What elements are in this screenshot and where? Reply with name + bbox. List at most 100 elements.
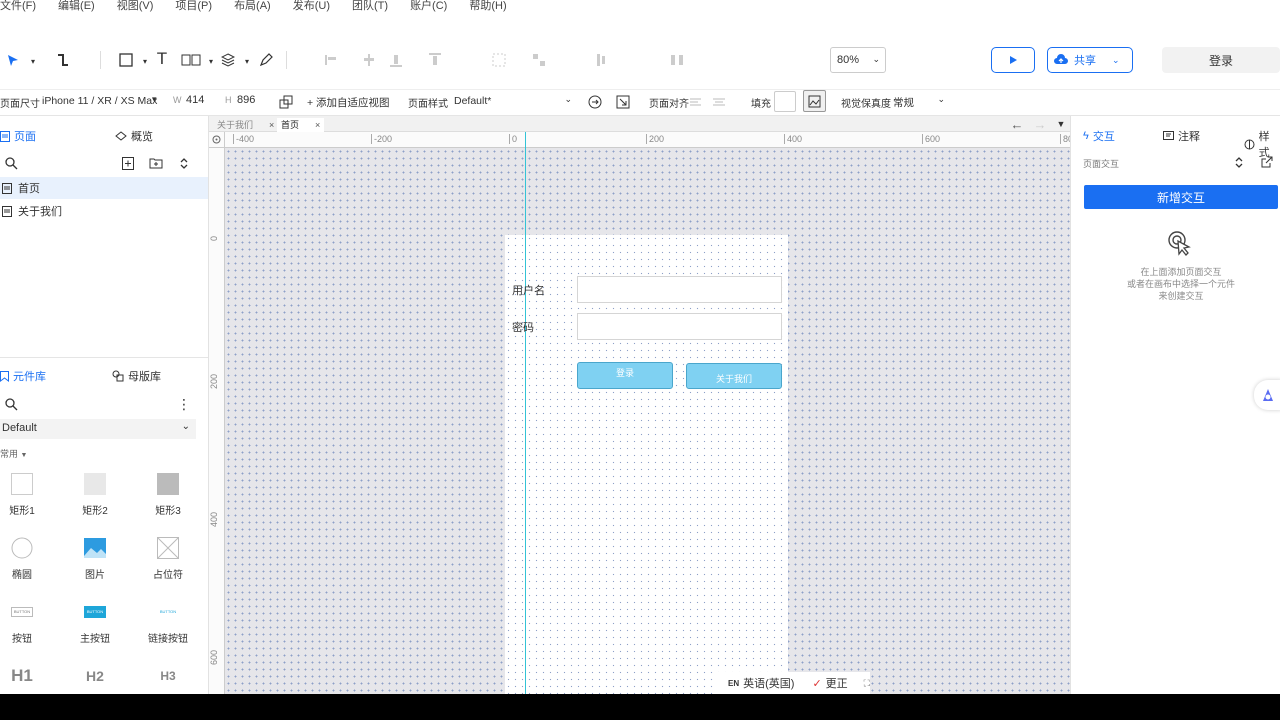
widget-rect-light[interactable]: 矩形2 [65,472,125,517]
menu-item[interactable]: 布局(A) [234,0,271,13]
close-icon[interactable]: × [315,120,320,130]
page-item[interactable]: 首页 [0,177,208,199]
page-style-goto-icon[interactable] [584,91,606,113]
chevron-down-icon[interactable]: ▾ [22,50,44,72]
menu-item[interactable]: 编辑(E) [58,0,95,13]
align-left-icon[interactable] [320,49,342,71]
ruler-corner[interactable] [209,132,225,148]
fill-image-button[interactable] [803,90,826,112]
widget-link-button[interactable]: BUTTON 链接按钮 [138,600,198,645]
align-center-icon[interactable] [358,49,380,71]
ruler-tick-label: 200 [209,374,219,390]
sort-icon[interactable] [173,152,195,174]
page-item[interactable]: 关于我们 [0,200,208,222]
fill-color-swatch[interactable] [774,91,796,112]
widget-label: 矩形1 [9,506,35,517]
zoom-select[interactable]: 80% ⌄ [830,47,886,73]
add-interaction-button[interactable]: 新增交互 [1084,185,1278,209]
select-tool-icon[interactable] [2,50,24,72]
device-select[interactable]: iPhone 11 / XR / XS Max [38,92,162,112]
more-icon[interactable]: ⋮ [173,393,195,415]
tab-library-label: 元件库 [13,371,46,383]
widget-placeholder[interactable]: 占位符 [138,536,198,581]
widget-image[interactable]: 图片 [65,536,125,581]
connector-tool-icon[interactable] [52,49,74,71]
external-link-icon[interactable] [1257,152,1277,172]
pen-tool-icon[interactable] [255,49,277,71]
artboard[interactable] [505,235,788,694]
height-input[interactable]: 896 [237,94,255,106]
guide-line[interactable] [525,132,526,694]
rect-outline-icon [0,472,52,496]
close-icon[interactable]: × [269,120,274,130]
login-button[interactable]: 登录 [1162,47,1280,73]
menu-item[interactable]: 账户(C) [410,0,447,13]
frame-tool-icon[interactable] [180,49,202,71]
tab-masters[interactable]: 母版库 [112,368,161,384]
ruler-tick-label: -400 [233,134,254,144]
search-icon[interactable] [0,152,22,174]
note-icon [1163,131,1174,140]
ime-correct[interactable]: 更正 [826,675,848,691]
arrow-left-icon[interactable]: ← [1007,115,1027,133]
page-style-edit-icon[interactable] [612,91,634,113]
ime-language[interactable]: 英语(英国) [743,675,794,691]
tab-menu-icon[interactable]: ▼ [1052,115,1070,133]
widget-primary-button[interactable]: BUTTON 主按钮 [65,600,125,645]
tab-library[interactable]: 元件库 [0,368,46,384]
add-adaptive-view-link[interactable]: + 添加自适应视图 [307,95,390,110]
category-header[interactable]: 常用 ▼ [0,447,27,460]
link-button-icon: BUTTON [159,609,177,614]
text-tool-icon[interactable]: T [151,48,173,70]
canvas-tab[interactable]: 首页 × [277,118,325,132]
interaction-hint: 在上面添加页面交互 或者在画布中选择一个元件 来创建交互 [1084,266,1278,302]
width-input[interactable]: 414 [186,94,204,106]
widget-rect-outline[interactable]: 矩形1 [0,472,52,517]
tab-notes[interactable]: 注释 [1163,128,1200,144]
page-style-select[interactable]: Default* ⌄ [450,92,576,112]
preview-button[interactable] [991,47,1035,73]
add-folder-icon[interactable] [145,152,167,174]
password-field[interactable] [577,313,782,340]
align-top-icon[interactable] [424,49,446,71]
fidelity-select[interactable]: 常规 ⌄ [889,92,949,112]
canvas-tab[interactable]: 关于我们 × [213,118,278,132]
ungroup-icon[interactable] [528,49,550,71]
menu-item[interactable]: 发布(U) [293,0,330,13]
page-align-left-icon[interactable] [686,91,708,113]
tab-pages[interactable]: 页面 [0,128,36,144]
distribute-icon[interactable] [592,49,614,71]
menu-item[interactable]: 视图(V) [117,0,154,13]
sort-icon[interactable] [1229,152,1249,172]
login-form-button[interactable]: 登录 [577,362,673,389]
password-label: 密码 [512,322,534,334]
group-icon[interactable] [488,49,510,71]
hint-line: 来创建交互 [1158,291,1204,301]
menu-item[interactable]: 项目(P) [175,0,212,13]
distribute-h-icon[interactable] [666,49,688,71]
align-bottom-icon[interactable] [385,49,407,71]
menu-item[interactable]: 帮助(H) [469,0,506,13]
assistant-float-button[interactable] [1254,380,1280,410]
widget-ellipse[interactable]: 椭圆 [0,536,52,581]
arrow-right-icon[interactable]: → [1030,115,1050,133]
menu-item[interactable]: 文件(F) [0,0,36,13]
library-select[interactable]: Default ⌄ [0,419,196,439]
menu-item[interactable]: 团队(T) [352,0,388,13]
widget-button[interactable]: BUTTON 按钮 [0,600,52,645]
tab-pages-label: 页面 [14,131,36,143]
page-align-center-icon[interactable] [708,91,730,113]
ruler-tick-label: 400 [209,512,219,528]
about-form-button[interactable]: 关于我们 [686,363,782,389]
rotate-orientation-icon[interactable] [275,91,297,113]
tab-interactions[interactable]: ϟ 交互 [1083,128,1115,144]
widget-rect-gray[interactable]: 矩形3 [138,472,198,517]
share-button[interactable]: 共享 ⌄ [1047,47,1133,73]
add-page-icon[interactable] [117,152,139,174]
h2-icon: H2 [86,668,104,684]
username-label: 用户名 [512,285,545,297]
search-icon[interactable] [0,393,22,415]
username-field[interactable] [577,276,782,303]
tab-outline[interactable]: 概览 [115,128,153,144]
expand-icon[interactable]: ⛶ [864,678,870,689]
